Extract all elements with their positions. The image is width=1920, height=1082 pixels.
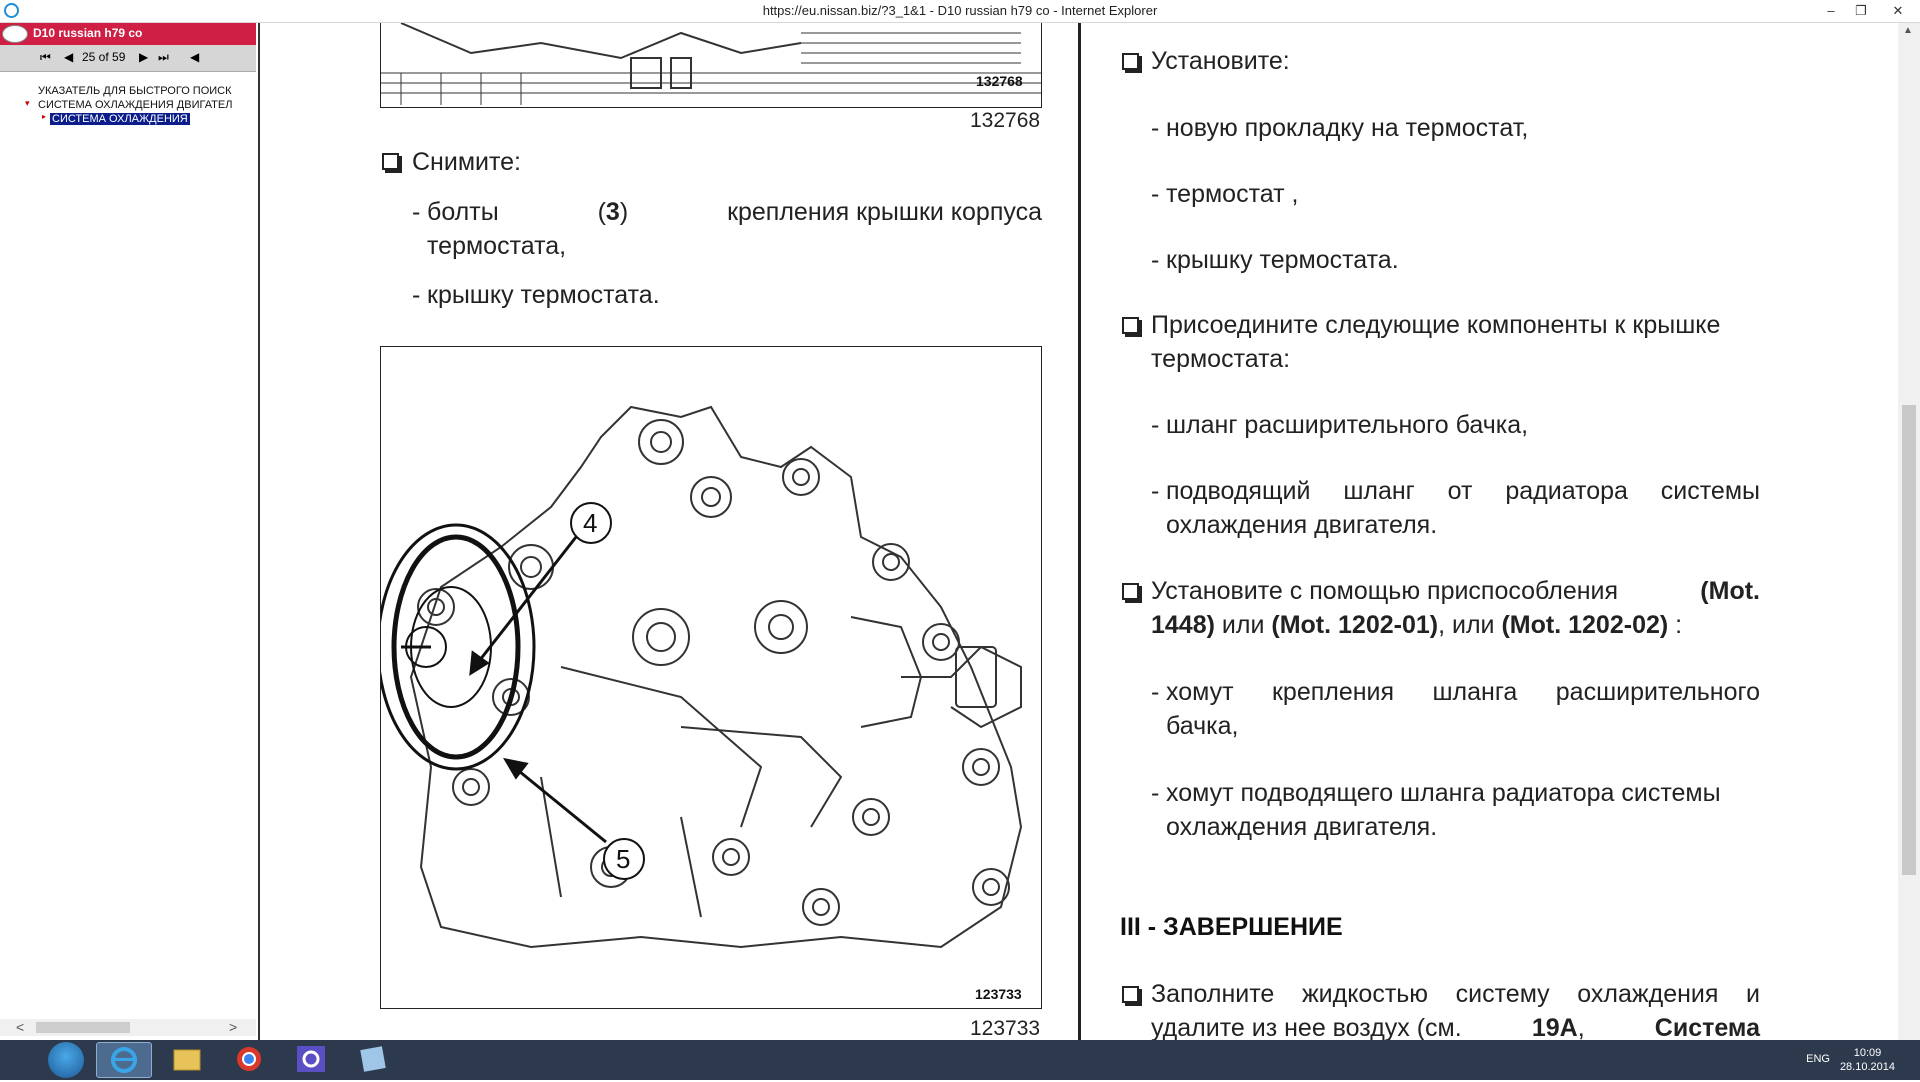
tree-leaf-icon: ▸ (42, 112, 47, 121)
taskbar-internet-explorer[interactable] (96, 1042, 152, 1078)
taskbar: ENG 10:09 28.10.2014 (0, 1040, 1920, 1080)
figure-label: 123733 (975, 986, 1022, 1002)
scroll-right-icon[interactable]: > (229, 1019, 237, 1036)
notepad-icon (360, 1046, 386, 1072)
clamp-item-cont: охлаждения двигателя. (1166, 813, 1438, 841)
tree-item-cooling-system[interactable]: СИСТЕМА ОХЛАЖДЕНИЯ (50, 113, 190, 125)
minimize-button[interactable]: – (1816, 0, 1846, 22)
taskbar-settings-app[interactable] (284, 1042, 340, 1078)
gear-icon (297, 1046, 325, 1072)
list-dash: - (1151, 779, 1160, 807)
checkbox-bullet-icon (1122, 583, 1139, 600)
column-separator (1078, 23, 1081, 1040)
figure-123733: 4 5 123733 (376, 346, 1042, 1009)
window-title: https://eu.nissan.biz/?3_1&1 - D10 russi… (762, 3, 1158, 18)
back-button[interactable]: ◀ (190, 50, 199, 64)
figure-caption: 132768 (970, 109, 1041, 132)
taskbar-notes-app[interactable] (346, 1042, 402, 1078)
connect-heading-cont: термостата: (1151, 345, 1291, 373)
nissan-logo-icon (2, 25, 28, 43)
horizontal-scrollbar[interactable]: < > (0, 1019, 256, 1036)
fill-instruction: Заполните жидкостью систему охлаждения и (1151, 980, 1760, 1008)
list-dash: - (1151, 180, 1160, 208)
scroll-thumb[interactable] (36, 1022, 130, 1033)
clamp-item: хомут подводящего шланга радиатора систе… (1166, 779, 1721, 807)
connect-item-cont: охлаждения двигателя. (1166, 511, 1438, 539)
tree-expand-icon[interactable]: ▾ (25, 98, 30, 109)
chrome-icon (237, 1047, 261, 1071)
clamp-item: хомут крепления шланга расширительного (1166, 678, 1760, 706)
prev-page-button[interactable]: ◀ (64, 50, 73, 64)
connect-heading: Присоедините следующие компоненты к крыш… (1151, 311, 1721, 339)
last-page-button[interactable]: ⏭ (158, 50, 169, 65)
vertical-scrollbar[interactable]: ▲ (1898, 23, 1920, 1040)
checkbox-bullet-icon (1122, 317, 1139, 334)
bookmarks-panel: D10 russian h79 co ⏮ ◀ 25 of 59 ▶ ⏭ ◀ УК… (0, 23, 260, 1040)
clock-time: 10:09 (1853, 1047, 1882, 1059)
list-dash: - (1151, 411, 1160, 439)
connect-item: шланг расширительного бачка, (1166, 411, 1529, 439)
remove-heading: Снимите: (412, 148, 521, 176)
system-clock[interactable]: 10:09 28.10.2014 (1840, 1046, 1895, 1074)
connect-item: подводящий шланг от радиатора системы (1166, 477, 1760, 505)
start-button[interactable] (48, 1042, 84, 1078)
folder-icon (173, 1049, 201, 1071)
document-title: D10 russian h79 co (33, 26, 143, 40)
taskbar-chrome[interactable] (222, 1042, 278, 1078)
list-dash: - (412, 198, 421, 226)
list-dash: - (412, 281, 421, 309)
callout-5: 5 (616, 844, 631, 874)
page-navigation: ⏮ ◀ 25 of 59 ▶ ⏭ ◀ (0, 45, 256, 72)
remove-item-cover: крышку термостата. (427, 281, 660, 309)
ie-icon (111, 1047, 137, 1073)
title-bar: https://eu.nissan.biz/?3_1&1 - D10 russi… (0, 0, 1920, 23)
document-header: D10 russian h79 co (0, 23, 256, 45)
tree-item-engine-cooling[interactable]: СИСТЕМА ОХЛАЖДЕНИЯ ДВИГАТЕЛ (38, 99, 232, 111)
list-dash: - (1151, 114, 1160, 142)
language-indicator[interactable]: ENG (1806, 1053, 1830, 1065)
clock-date: 28.10.2014 (1839, 1061, 1895, 1073)
checkbox-bullet-icon (1122, 53, 1139, 70)
thermostat-housing-illustration (376, 405, 1023, 949)
list-dash: - (1151, 678, 1160, 706)
remove-item-bolts-cont: термостата, (427, 232, 567, 260)
install-item: новую прокладку на термостат, (1166, 114, 1529, 142)
scroll-thumb[interactable] (1902, 405, 1916, 875)
next-page-button[interactable]: ▶ (139, 50, 148, 64)
figure-132768: 132768 (380, 23, 1042, 108)
tool-instruction-cont: 1448) или (Mot. 1202-01), или (Mot. 1202… (1151, 611, 1683, 639)
tool-instruction: Установите с помощью приспособления (Mot… (1151, 577, 1760, 605)
remove-item-bolts: болты (3) крепления крышки корпуса (427, 198, 1042, 226)
clamp-item-cont: бачка, (1166, 712, 1239, 740)
page-indicator: 25 of 59 (82, 50, 126, 64)
scroll-left-icon[interactable]: < (16, 1019, 24, 1036)
callout-4: 4 (583, 508, 598, 538)
engine-part-illustration-top (381, 23, 1041, 105)
restore-button[interactable]: ❐ (1846, 0, 1876, 22)
tree-item-index[interactable]: УКАЗАТЕЛЬ ДЛЯ БЫСТРОГО ПОИСК (38, 85, 232, 97)
install-heading: Установите: (1151, 47, 1290, 75)
list-dash: - (1151, 246, 1160, 274)
first-page-button[interactable]: ⏮ (40, 50, 51, 65)
document-viewer: 132768 132768 Снимите: - болты (3) крепл… (262, 23, 1898, 1040)
close-button[interactable]: ✕ (1876, 0, 1920, 22)
install-item: термостат , (1166, 180, 1299, 208)
figure-label: 132768 (976, 73, 1023, 89)
scroll-up-icon[interactable]: ▲ (1903, 25, 1913, 36)
checkbox-bullet-icon (382, 153, 399, 170)
figure-caption: 123733 (970, 1017, 1041, 1040)
taskbar-file-explorer[interactable] (160, 1042, 216, 1078)
list-dash: - (1151, 477, 1160, 505)
section-heading: III - ЗАВЕРШЕНИЕ (1120, 913, 1343, 941)
install-item: крышку термостата. (1166, 246, 1399, 274)
fill-instruction-cont: удалите из нее воздух (см. 19A, Система (1151, 1014, 1760, 1040)
checkbox-bullet-icon (1122, 986, 1139, 1003)
